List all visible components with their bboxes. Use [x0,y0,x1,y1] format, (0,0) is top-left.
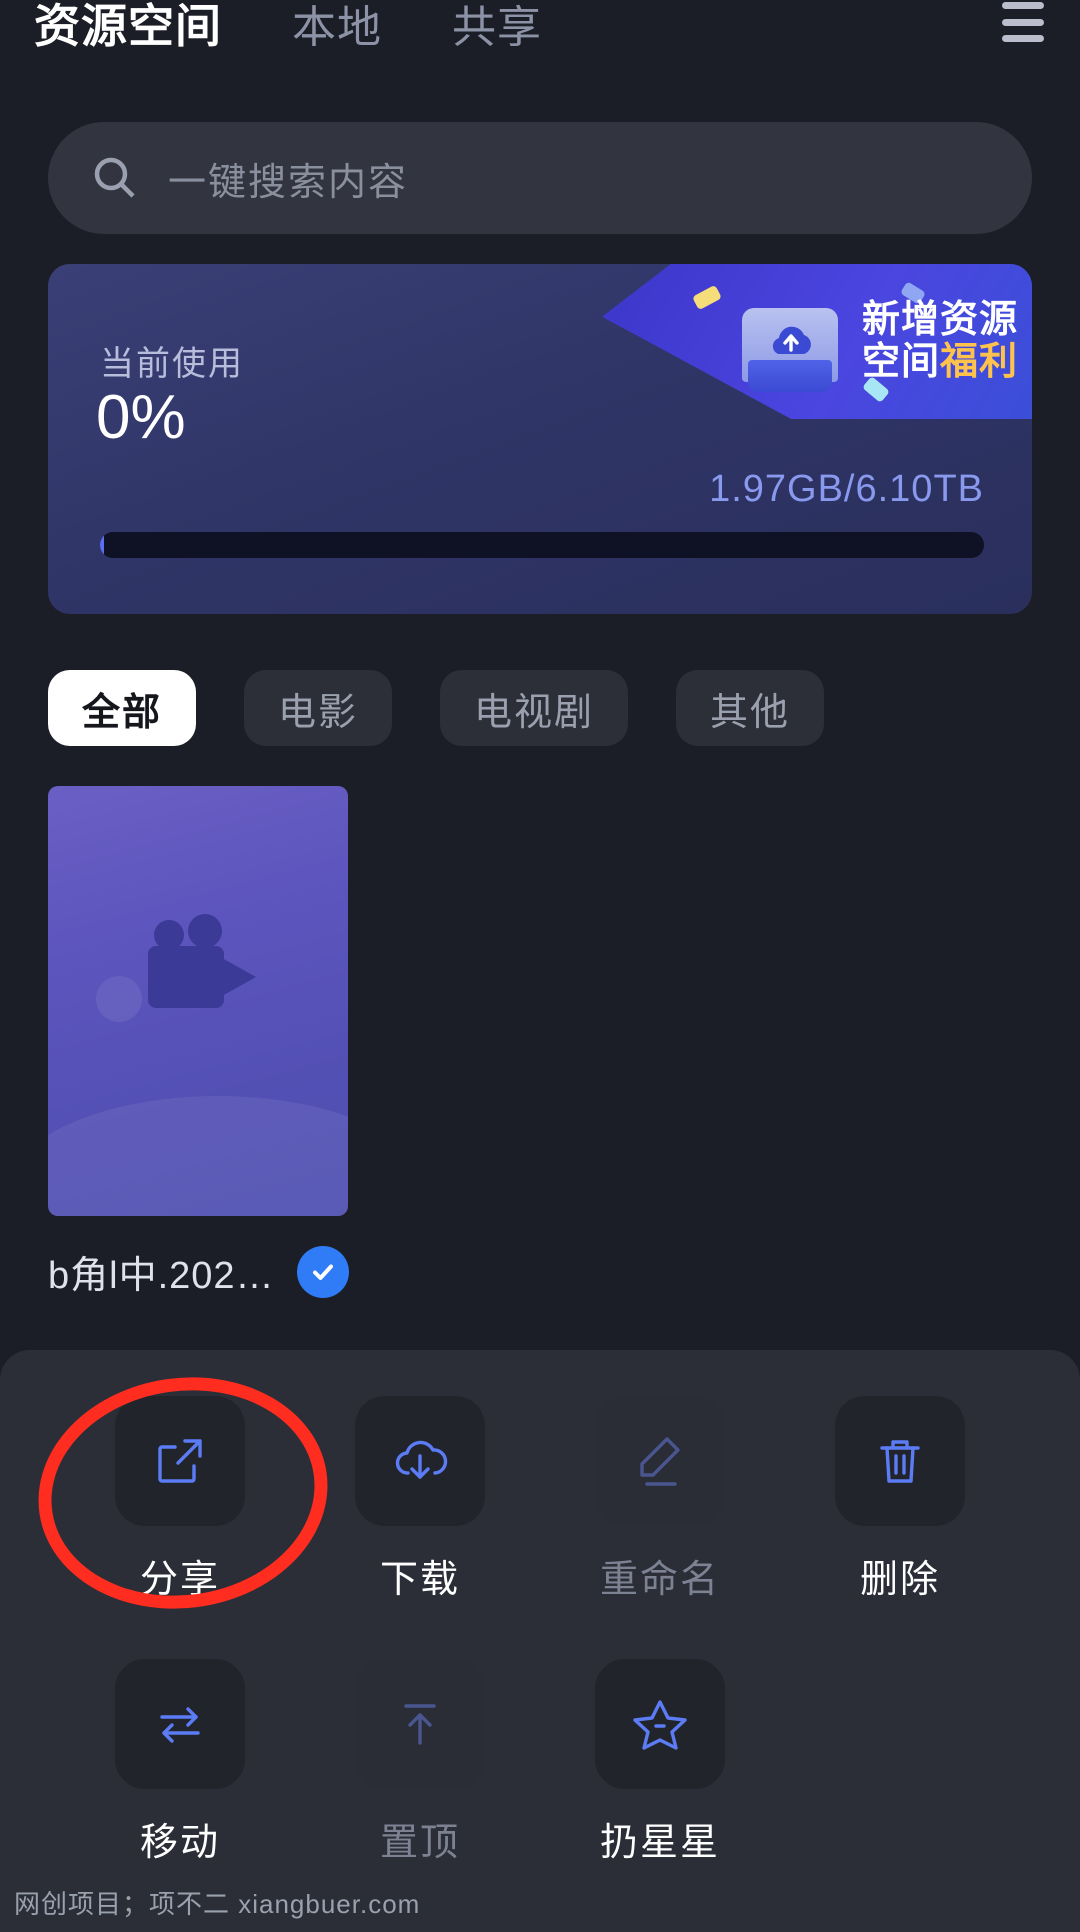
promo-line-2-prefix: 空间 [861,340,940,383]
action-sheet: 分享 下载 重命名 删除 移动 置顶 扔星星 [0,1350,1080,1932]
tab-local[interactable]: 本地 [292,2,382,54]
action-label-star: 扔星星 [599,1822,720,1864]
action-label-delete: 删除 [859,1559,940,1601]
hamburger-menu-icon[interactable] [1002,2,1046,42]
filter-chip-other[interactable]: 其他 [676,670,825,746]
file-grid: b角l中.202… [48,786,1032,1299]
trash-icon [880,1440,920,1483]
filter-chip-movie[interactable]: 电影 [244,670,393,746]
camera-lens [222,958,256,996]
action-label-rename: 重命名 [599,1559,720,1601]
action-grid: 分享 下载 重命名 删除 移动 置顶 扔星星 [60,1396,1020,1866]
swap-arrows-icon [160,1707,200,1743]
camera-reel-2 [188,914,222,948]
confetti-yellow-icon [692,284,722,311]
camera-body [148,946,224,1008]
promo-line-2-highlight: 福利 [939,340,1018,383]
storage-total-text: 1.97GB/6.10TB [709,468,984,510]
cloud-upload-card-icon [742,294,838,392]
storage-progress-fill [100,532,104,558]
action-rename: 重命名 [540,1396,780,1603]
filter-chip-row: 全部 电影 电视剧 其他 [48,670,825,746]
tab-shared[interactable]: 共享 [452,2,542,54]
pin-to-top-icon [404,1704,436,1745]
action-label-download: 下载 [379,1559,460,1601]
usage-percent: 0% [96,383,186,452]
action-delete[interactable]: 删除 [780,1396,1020,1603]
search-input[interactable]: 一键搜索内容 [168,151,408,206]
star-tile[interactable] [595,1659,725,1789]
pencil-edit-icon [640,1437,680,1486]
card-foot-shape [748,360,832,392]
promo-line-2: 空间福利 [861,340,1018,383]
app-header: 资源空间 本地 共享 [0,0,1080,72]
action-share[interactable]: 分享 [60,1396,300,1603]
promo-line-1: 新增资源 [861,299,1018,342]
file-selected-checkbox[interactable] [296,1245,349,1298]
hamburger-bar-1 [1002,2,1044,9]
footer-watermark: 网创项目；项不二 xiangbuer.com [0,1872,1080,1932]
pin-top-tile [355,1659,485,1789]
file-item[interactable]: b角l中.202… [48,786,1032,1299]
usage-label: 当前使用 [100,345,244,383]
action-label-share: 分享 [139,1559,220,1601]
file-thumbnail[interactable] [48,786,348,1216]
video-camera-icon [148,914,258,1020]
action-label-move: 移动 [139,1822,220,1864]
cloud-download-icon [395,1440,448,1479]
move-tile[interactable] [115,1659,245,1789]
delete-tile[interactable] [835,1396,965,1526]
promo-text: 新增资源 空间福利 [862,300,1018,382]
file-name: b角l中.202… [48,1255,275,1297]
storage-progress-bar [100,532,984,558]
download-tile[interactable] [355,1396,485,1526]
action-download[interactable]: 下载 [300,1396,540,1603]
search-bar[interactable]: 一键搜索内容 [48,122,1032,234]
decorative-hill-shape [48,1096,348,1216]
promo-banner[interactable]: 新增资源 空间福利 [602,264,1032,419]
filter-chip-all[interactable]: 全部 [48,670,197,746]
storage-card[interactable]: 新增资源 空间福利 当前使用 0% 1.97GB/6.10TB [48,264,1032,614]
tab-resource-space[interactable]: 资源空间 [34,0,222,52]
hamburger-bar-3 [1002,35,1044,42]
decorative-circle-icon [96,976,142,1022]
rename-tile [595,1396,725,1526]
external-link-icon [158,1439,202,1483]
filter-chip-tv[interactable]: 电视剧 [440,670,629,746]
cloud-upload-icon [772,326,811,354]
file-meta-row: b角l中.202… [48,1244,1032,1299]
action-label-pin-top: 置顶 [379,1822,460,1864]
hamburger-bar-2 [1002,18,1044,26]
star-outline-icon [633,1700,687,1750]
search-icon [94,157,135,198]
action-pin-top: 置顶 [300,1659,540,1866]
share-tile[interactable] [115,1396,245,1526]
action-star[interactable]: 扔星星 [540,1659,780,1866]
action-move[interactable]: 移动 [60,1659,300,1866]
check-icon [312,1264,333,1280]
app-screen: 资源空间 本地 共享 一键搜索内容 新增资源 空间福利 当前使用 0% 1.97… [0,0,1080,1932]
top-tab-bar: 资源空间 本地 共享 [34,0,1002,54]
